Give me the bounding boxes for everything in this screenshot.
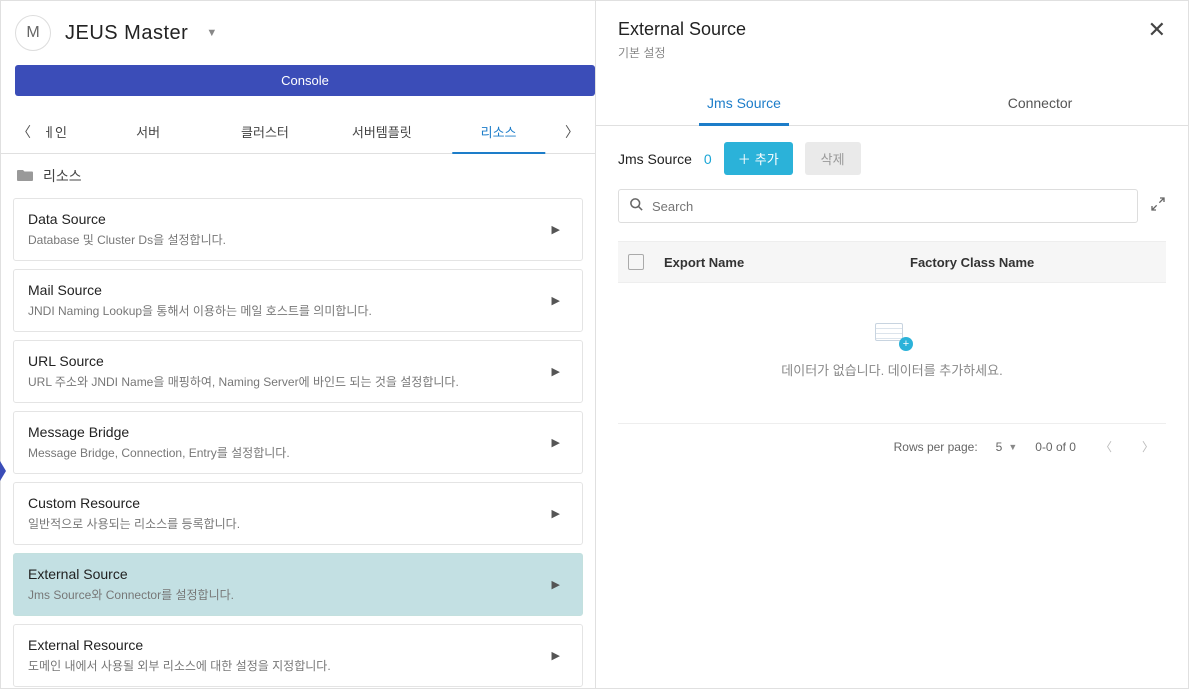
empty-add-icon: + [875,323,909,347]
resource-card[interactable]: Custom Resource 일반적으로 사용되는 리소스를 등록합니다.▶ [13,482,583,545]
toolbar-label: Jms Source [618,151,692,167]
search-icon [629,197,644,215]
detail-content: Jms Source 0 ＋ 추가 삭제 [596,126,1188,485]
card-title: Custom Resource [28,495,544,511]
search-row [618,189,1166,223]
plus-icon: ＋ [738,149,751,168]
chevron-right-icon: ▶ [544,436,568,449]
card-desc: Message Bridge, Connection, Entry를 설정합니다… [28,444,544,461]
column-export-name: Export Name [664,255,910,270]
card-desc: URL 주소와 JNDI Name을 매핑하여, Naming Server에 … [28,373,544,390]
chevron-right-icon: ▶ [544,649,568,662]
card-title: Mail Source [28,282,544,298]
chevron-down-icon: ▼ [1008,442,1017,452]
card-title: Data Source [28,211,544,227]
table-header: Export Name Factory Class Name [618,241,1166,283]
search-box[interactable] [618,189,1138,223]
chevron-right-icon: ▶ [544,578,568,591]
chevron-right-icon: ▶ [544,365,568,378]
card-desc: 일반적으로 사용되는 리소스를 등록합니다. [28,515,544,532]
nav-tabs: 〈 ㅔ인 서버 클러스터 서버템플릿 리소스 〉 [1,110,595,154]
resource-card[interactable]: External Source Jms Source와 Connector를 설정… [13,553,583,616]
card-desc: Jms Source와 Connector를 설정합니다. [28,586,544,603]
detail-subtitle: 기본 설정 [618,44,746,61]
expand-icon[interactable] [1150,196,1166,217]
chevron-right-icon: ▶ [544,223,568,236]
tab-connector[interactable]: Connector [892,81,1188,125]
select-all-checkbox[interactable] [628,254,664,270]
page-range: 0-0 of 0 [1035,440,1076,454]
avatar-letter: M [26,24,39,42]
tab-jms-source[interactable]: Jms Source [596,81,892,125]
header: M JEUS Master ▼ [1,1,595,59]
close-icon[interactable]: ✕ [1148,19,1166,41]
resource-card[interactable]: External Resource 도메인 내에서 사용될 외부 리소스에 대한 … [13,624,583,687]
avatar[interactable]: M [15,15,51,51]
detail-header: External Source 기본 설정 ✕ [596,1,1188,71]
console-button[interactable]: Console [15,65,595,96]
next-page-icon[interactable]: 〉 [1136,438,1160,455]
detail-title: External Source [618,19,746,40]
card-title: External Resource [28,637,544,653]
search-input[interactable] [652,199,1127,214]
tab-server[interactable]: 서버 [90,110,207,153]
column-factory-class-name: Factory Class Name [910,255,1156,270]
chevron-right-icon: ▶ [544,294,568,307]
card-desc: JNDI Naming Lookup을 통해서 이용하는 메일 호스트를 의미합… [28,302,544,319]
page-size-selector[interactable]: 5 ▼ [996,440,1018,454]
tab-server-template[interactable]: 서버템플릿 [323,110,440,153]
app-dropdown-icon[interactable]: ▼ [206,27,217,39]
page-size-value: 5 [996,440,1003,454]
section-title: 리소스 [43,166,82,186]
add-button-label: 추가 [755,149,779,168]
delete-button[interactable]: 삭제 [805,142,861,175]
chevron-right-icon: ▶ [544,507,568,520]
resource-card[interactable]: Message Bridge Message Bridge, Connection… [13,411,583,474]
count-badge: 0 [704,151,712,167]
resource-cards: Data Source Database 및 Cluster Ds을 설정합니다.… [1,198,595,695]
card-desc: 도메인 내에서 사용될 외부 리소스에 대한 설정을 지정합니다. [28,657,544,674]
app-title: JEUS Master [65,22,188,45]
right-panel: External Source 기본 설정 ✕ Jms Source Conne… [596,1,1188,688]
detail-tabs: Jms Source Connector [596,81,1188,126]
left-panel: M JEUS Master ▼ Console 〈 ㅔ인 서버 클러스터 서버템… [1,1,596,688]
tab-cluster[interactable]: 클러스터 [207,110,324,153]
add-button[interactable]: ＋ 추가 [724,142,793,175]
empty-state: + 데이터가 없습니다. 데이터를 추가하세요. [618,283,1166,409]
empty-message: 데이터가 없습니다. 데이터를 추가하세요. [618,360,1166,379]
resource-card[interactable]: URL Source URL 주소와 JNDI Name을 매핑하여, Namin… [13,340,583,403]
tabs-prev-icon[interactable]: 〈 [9,114,39,150]
rows-per-page-label: Rows per page: [894,440,978,454]
folder-icon [17,168,33,185]
resource-card[interactable]: Data Source Database 및 Cluster Ds을 설정합니다.… [13,198,583,261]
tab-resource[interactable]: 리소스 [440,110,557,153]
tabs-next-icon[interactable]: 〉 [557,114,587,150]
card-title: Message Bridge [28,424,544,440]
pagination: Rows per page: 5 ▼ 0-0 of 0 〈 〉 [618,423,1166,469]
toolbar: Jms Source 0 ＋ 추가 삭제 [618,142,1166,175]
card-title: URL Source [28,353,544,369]
resource-card[interactable]: Mail Source JNDI Naming Lookup을 통해서 이용하는 … [13,269,583,332]
card-title: External Source [28,566,544,582]
section-header: 리소스 [1,154,595,198]
tab-partial[interactable]: ㅔ인 [39,110,90,153]
card-desc: Database 및 Cluster Ds을 설정합니다. [28,231,544,248]
prev-page-icon[interactable]: 〈 [1094,438,1118,455]
